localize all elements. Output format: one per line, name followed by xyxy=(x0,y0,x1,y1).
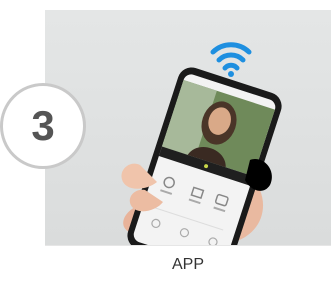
step-illustration xyxy=(45,10,331,245)
step-number-badge: 3 xyxy=(0,83,86,169)
step-card: APP xyxy=(45,0,331,283)
smartphone xyxy=(127,67,282,245)
step-caption: APP xyxy=(45,245,331,283)
wifi-icon xyxy=(210,42,252,77)
